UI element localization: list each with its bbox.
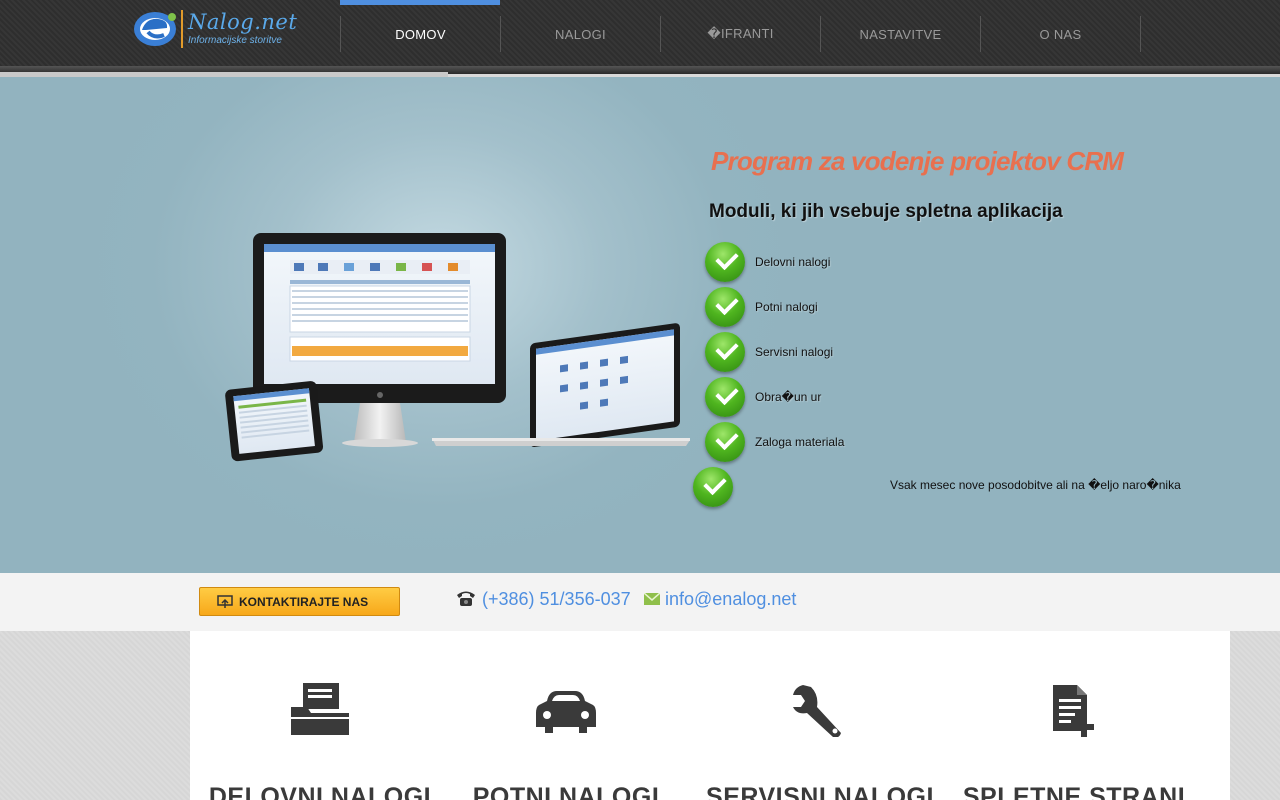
logo-tagline: Informacijske storitve (188, 35, 282, 46)
check-icon (693, 467, 733, 507)
service-title: SPLETNE STRANI (962, 783, 1186, 800)
service-title: DELOVNI NALOGI (208, 783, 432, 800)
check-icon (705, 377, 745, 417)
service-card[interactable]: SERVISNI NALOGI (690, 631, 950, 800)
feature-item: Obra�un ur (705, 377, 821, 417)
feature-item: Servisni nalogi (705, 332, 833, 372)
email-link[interactable]: info@enalog.net (665, 589, 796, 610)
feature-item: Potni nalogi (705, 287, 818, 327)
mail-icon (644, 593, 660, 605)
services-panel: DELOVNI NALOGI POTNI NALOGI SERVISNI NAL… (190, 631, 1230, 800)
nav-divider (1140, 16, 1141, 52)
nav-item-nalogi[interactable]: NALOGI (500, 16, 660, 52)
feature-item: Zaloga materiala (705, 422, 844, 462)
check-icon (705, 332, 745, 372)
nav-active-indicator (340, 0, 500, 5)
document-add-icon (1053, 685, 1094, 737)
service-title: POTNI NALOGI (472, 783, 660, 800)
check-icon (705, 422, 745, 462)
nav-item-nastavitve[interactable]: NASTAVITVE (820, 16, 980, 52)
hero-subtitle: Moduli, ki jih vsebuje spletna aplikacij… (709, 201, 1063, 222)
folder-icon (291, 683, 349, 735)
nav-item-o-nas[interactable]: O NAS (980, 16, 1140, 52)
service-card[interactable]: SPLETNE STRANI (944, 631, 1204, 800)
logo-mark-icon (134, 12, 176, 46)
check-icon (705, 287, 745, 327)
feature-label: Obra�un ur (755, 390, 822, 404)
update-note: Vsak mesec nove posodobitve ali na �eljo… (890, 478, 1181, 492)
devices-illustration (225, 233, 690, 462)
hero-title: Program za vodenje projektov CRM (711, 146, 1124, 176)
contact-button-label: KONTAKTIRAJTE NAS (239, 594, 369, 609)
main-nav: DOMOV NALOGI �IFRANTI NASTAVITVE O NAS (340, 16, 1141, 52)
service-card[interactable]: POTNI NALOGI (436, 631, 696, 800)
feature-label: Servisni nalogi (755, 345, 834, 359)
phone-icon (457, 591, 475, 606)
wrench-icon (793, 685, 841, 737)
contact-icon (217, 594, 233, 608)
feature-label: Potni nalogi (755, 300, 818, 314)
service-title: SERVISNI NALOGI (706, 783, 934, 800)
service-card[interactable]: DELOVNI NALOGI (190, 631, 450, 800)
contact-button[interactable]: KONTAKTIRAJTE NAS (199, 587, 400, 616)
feature-item: Delovni nalogi (705, 242, 830, 282)
nav-item-sifranti[interactable]: �IFRANTI (660, 16, 820, 52)
feature-label: Zaloga materiala (755, 435, 845, 449)
contact-strip (0, 573, 1280, 631)
site-logo[interactable]: Nalog.net Informacijske storitve (132, 8, 297, 52)
feature-item (693, 467, 733, 507)
feature-label: Delovni nalogi (755, 255, 831, 269)
car-icon (536, 691, 596, 733)
check-icon (705, 242, 745, 282)
phone-number[interactable]: (+386) 51/356-037 (482, 589, 631, 610)
logo-divider (181, 10, 183, 48)
logo-name: Nalog.net (188, 10, 298, 34)
nav-item-domov[interactable]: DOMOV (340, 16, 500, 52)
